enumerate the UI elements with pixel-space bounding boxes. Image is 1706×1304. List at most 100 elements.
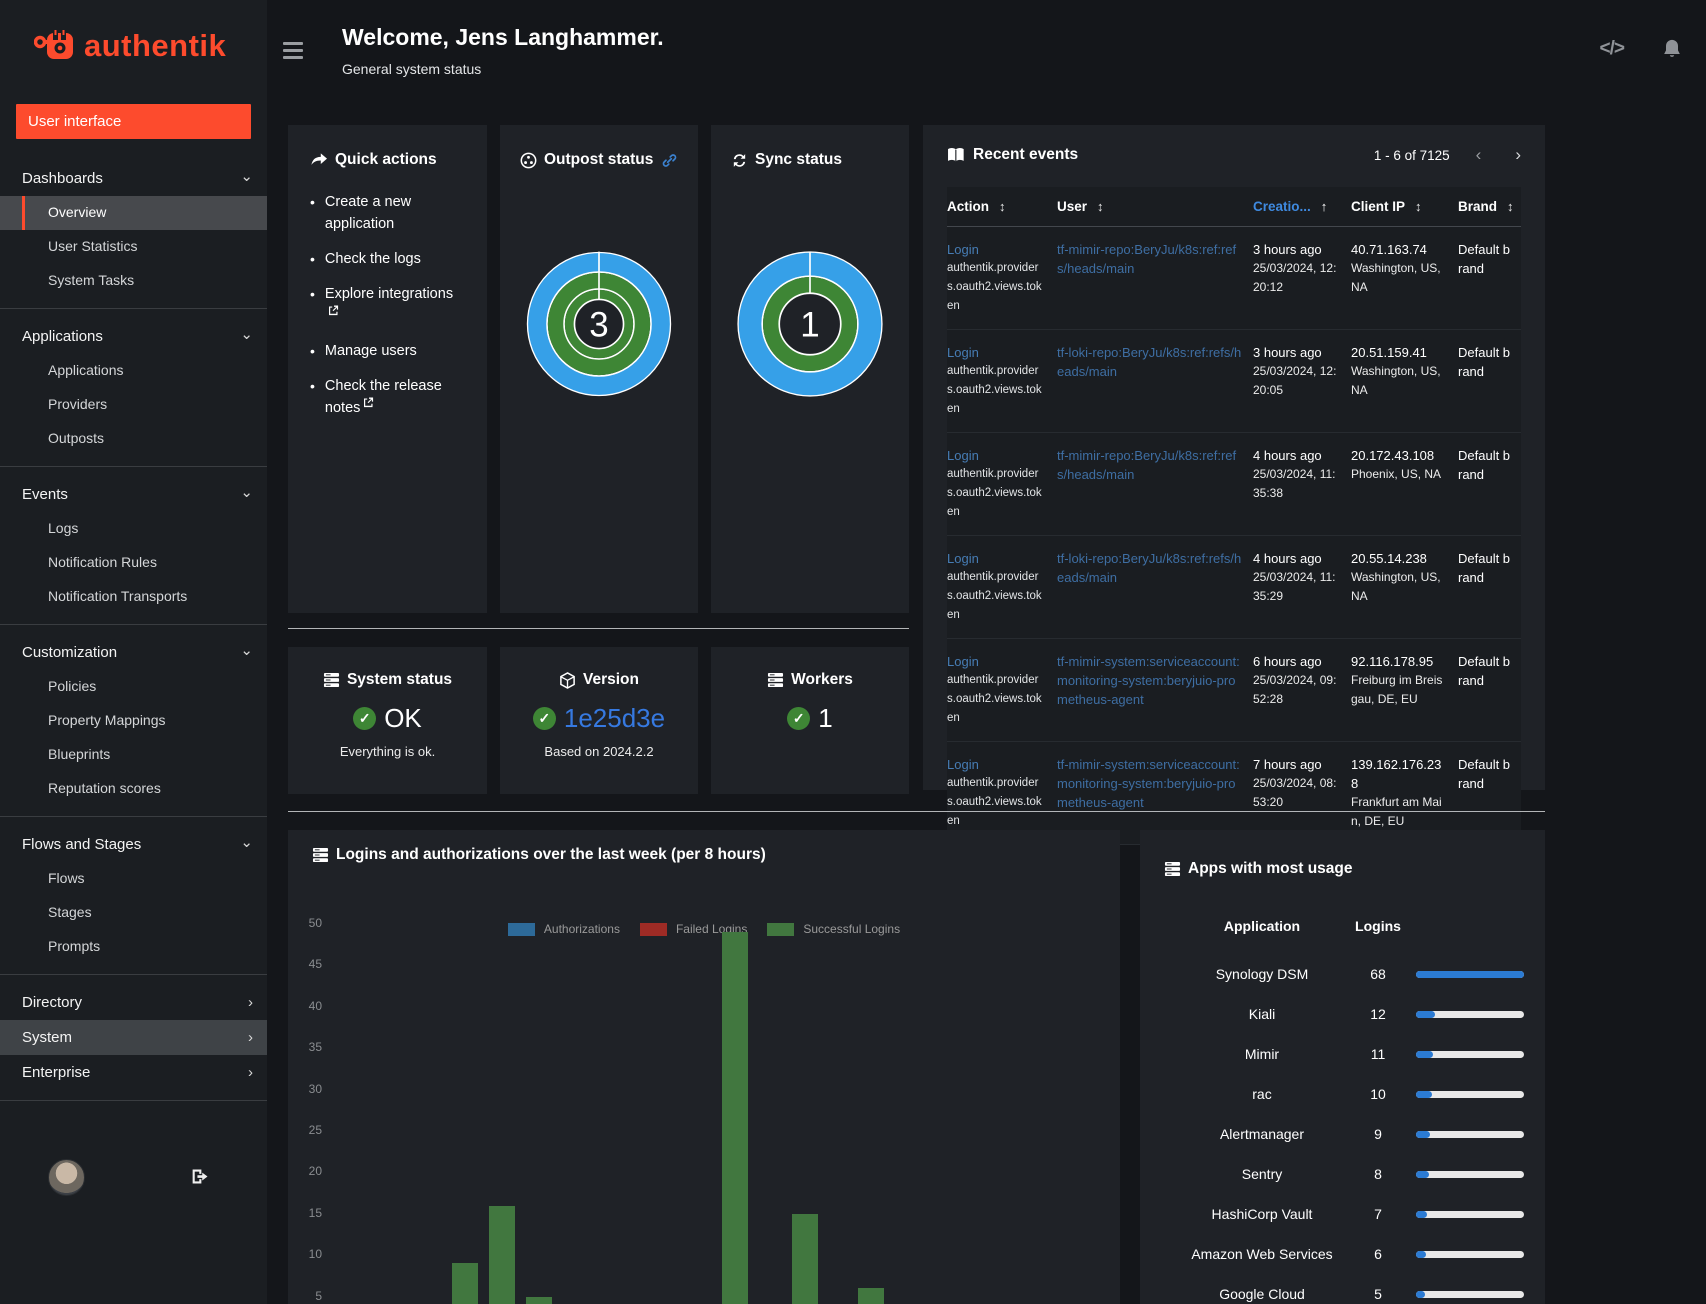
link-icon[interactable] [661,152,678,169]
event-action-link[interactable]: Login [947,757,979,772]
sidebar: authentik User interface Dashboards ⌄ Over… [0,0,267,1304]
sidebar-section-dashboards[interactable]: Dashboards ⌄ [0,161,267,196]
sort-icon[interactable]: ↕ [999,199,1006,214]
sidebar-divider [0,624,267,625]
sidebar-divider [0,974,267,975]
sidebar-section-directory[interactable]: Directory › [0,985,267,1020]
sidebar-item-prompts[interactable]: Prompts [0,930,267,964]
sidebar-item-policies[interactable]: Policies [0,670,267,704]
app-name: Google Cloud [1219,1286,1305,1302]
pagination-prev-icon[interactable]: ‹ [1476,145,1482,165]
chevron-right-icon: › [248,993,253,1011]
hamburger-menu-icon[interactable] [283,42,303,63]
event-time-absolute: 25/03/2024, 12:20:05 [1253,364,1337,397]
sort-icon[interactable]: ↑ [1321,199,1328,214]
app-login-count: 7 [1374,1206,1382,1222]
sidebar-item-providers[interactable]: Providers [0,388,267,422]
event-user-link[interactable]: tf-loki-repo:BeryJu/k8s:ref:refs/heads/m… [1057,551,1241,585]
version-link[interactable]: 1e25d3e [564,703,665,734]
app-name: Sentry [1241,1166,1283,1182]
sidebar-item-stages[interactable]: Stages [0,896,267,930]
events-column-header[interactable]: Brand ↕ [1458,187,1521,226]
events-column-header[interactable]: Creatio... ↑ [1253,187,1351,226]
external-link-icon [363,393,374,415]
outpost-icon [520,152,537,168]
workers-card: Workers ✓ 1 [711,647,909,794]
event-client-geo: Freiburg im Breisgau, DE, EU [1351,673,1443,706]
sidebar-item-system-tasks[interactable]: System Tasks [0,264,267,298]
apps-column-application: Application [1223,918,1301,934]
event-brand: Default brand [1458,448,1511,482]
quick-action-link[interactable]: Explore integrations [325,286,453,302]
events-column-header[interactable]: Action ↕ [947,187,1057,226]
quick-action-link[interactable]: Check the release notes [325,378,442,416]
sidebar-item-notification-rules[interactable]: Notification Rules [0,546,267,580]
sidebar-divider [0,308,267,309]
usage-progress-bar [1416,1250,1524,1258]
sidebar-section-applications[interactable]: Applications ⌄ [0,319,267,354]
event-user-link[interactable]: tf-mimir-repo:BeryJu/k8s:ref:refs/heads/… [1057,242,1236,276]
event-action-link[interactable]: Login [947,654,979,669]
event-client-geo: Frankfurt am Main, DE, EU [1351,795,1442,828]
quick-action-item: • Create a new application [310,191,465,235]
avatar[interactable] [48,1159,85,1196]
y-axis-tick: 40 [308,998,322,1013]
sidebar-item-overview[interactable]: Overview [0,196,267,230]
sidebar-item-outposts[interactable]: Outposts [0,422,267,456]
bullet-icon: • [310,251,315,267]
notifications-bell-icon[interactable] [1662,38,1682,60]
outpost-status-card: Outpost status 3 [500,125,698,613]
app-login-count: 12 [1370,1006,1386,1022]
sidebar-section-customization[interactable]: Customization ⌄ [0,635,267,670]
sidebar-section-enterprise[interactable]: Enterprise › [0,1055,267,1090]
sidebar-item-property-mappings[interactable]: Property Mappings [0,704,267,738]
sidebar-item-blueprints[interactable]: Blueprints [0,738,267,772]
event-action-link[interactable]: Login [947,242,979,257]
sidebar-item-flows[interactable]: Flows [0,862,267,896]
sort-icon[interactable]: ↕ [1097,199,1104,214]
usage-progress-bar [1416,1130,1524,1138]
sort-icon[interactable]: ↕ [1415,199,1422,214]
event-action-link[interactable]: Login [947,345,979,360]
quick-action-link[interactable]: Create a new application [325,194,411,232]
sync-status-value: 1 [800,305,819,344]
sidebar-section-system[interactable]: System › [0,1020,267,1055]
events-column-header[interactable]: Client IP ↕ [1351,187,1458,226]
sidebar-section-events[interactable]: Events ⌄ [0,477,267,512]
app-login-count: 11 [1370,1046,1386,1062]
sidebar-item-logs[interactable]: Logs [0,512,267,546]
event-time-relative: 4 hours ago [1253,448,1322,463]
event-user-link[interactable]: tf-mimir-system:serviceaccount:monitorin… [1057,757,1240,810]
events-column-header[interactable]: User ↕ [1057,187,1253,226]
event-client-geo: Washington, US, NA [1351,261,1441,294]
y-axis-tick: 5 [315,1288,322,1303]
system-status-detail: Everything is ok. [339,744,436,759]
quick-action-link[interactable]: Manage users [325,343,417,359]
pagination-range: 1 - 6 of 7125 [1373,147,1450,163]
version-title: Version [583,671,639,688]
event-user-link[interactable]: tf-mimir-repo:BeryJu/k8s:ref:refs/heads/… [1057,448,1236,482]
event-user-link[interactable]: tf-loki-repo:BeryJu/k8s:ref:refs/heads/m… [1057,345,1241,379]
chevron-right-icon: › [248,1028,253,1046]
sidebar-item-user-statistics[interactable]: User Statistics [0,230,267,264]
sidebar-item-applications[interactable]: Applications [0,354,267,388]
event-client-ip: 40.71.163.74 [1351,242,1427,257]
quick-action-item: • Check the release notes [310,375,465,419]
api-code-icon[interactable]: </> [1600,38,1626,60]
user-interface-button[interactable]: User interface [16,104,251,139]
server-icon [1164,861,1181,877]
sidebar-item-notification-transports[interactable]: Notification Transports [0,580,267,614]
event-client-geo: Washington, US, NA [1351,364,1441,397]
event-time-absolute: 25/03/2024, 11:35:38 [1253,467,1336,500]
sort-icon[interactable]: ↕ [1507,199,1514,214]
quick-action-link[interactable]: Check the logs [325,251,421,267]
event-action-link[interactable]: Login [947,448,979,463]
logout-icon[interactable] [190,1166,211,1190]
sidebar-item-reputation-scores[interactable]: Reputation scores [0,772,267,806]
event-user-link[interactable]: tf-mimir-system:serviceaccount:monitorin… [1057,654,1240,707]
event-action-link[interactable]: Login [947,551,979,566]
pagination-next-icon[interactable]: › [1515,145,1521,165]
sidebar-section-flows-and-stages[interactable]: Flows and Stages ⌄ [0,827,267,862]
app-name: Mimir [1244,1046,1280,1062]
pagination-top: 1 - 6 of 7125 ‹ › [1374,145,1521,165]
